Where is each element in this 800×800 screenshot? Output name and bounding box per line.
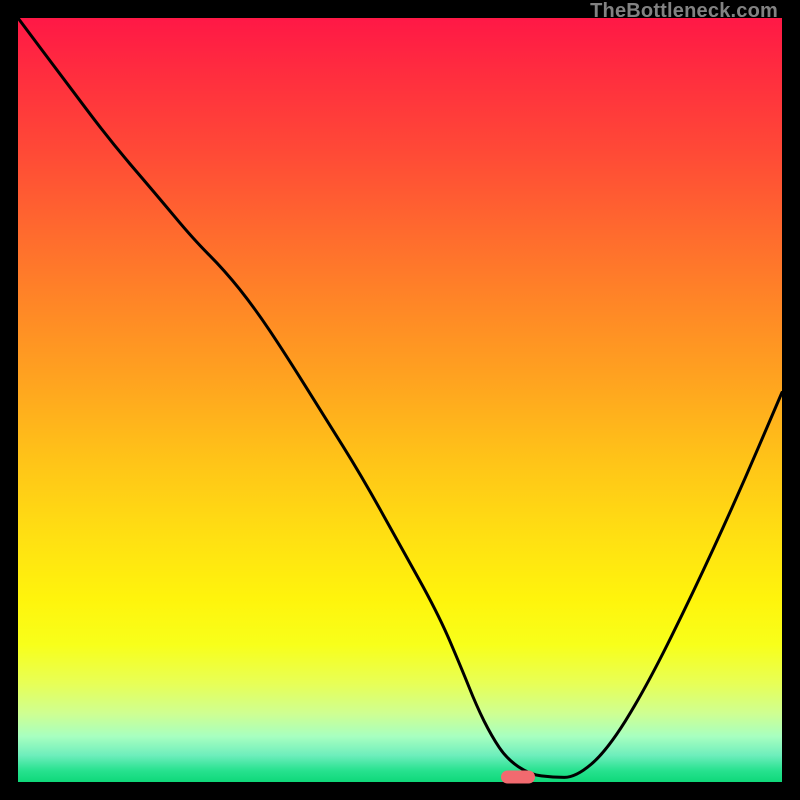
- chart-frame: TheBottleneck.com: [0, 0, 800, 800]
- bottleneck-curve: [18, 18, 782, 777]
- curve-svg: [18, 18, 782, 782]
- watermark-text: TheBottleneck.com: [590, 0, 778, 23]
- plot-area: [18, 18, 782, 782]
- optimal-marker: [501, 770, 535, 783]
